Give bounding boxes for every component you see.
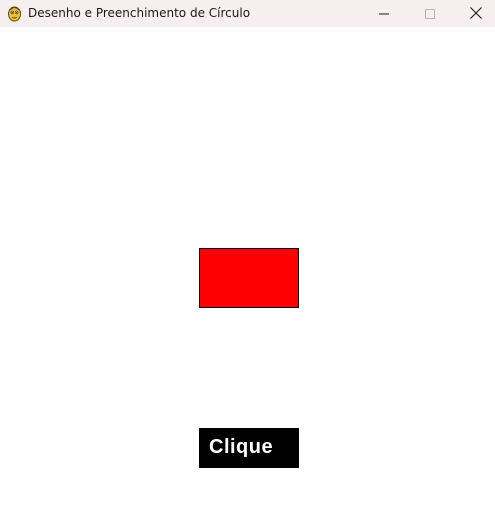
close-icon [470,4,482,23]
clique-button-label: Clique [209,436,274,458]
drawing-canvas[interactable]: Clique [0,27,495,527]
pygame-snake-icon [6,4,23,22]
close-button[interactable] [453,0,495,27]
maximize-icon [425,4,435,23]
clique-button[interactable]: Clique [199,428,299,468]
app-window: Desenho e Preenchimento de Círculo Cliqu… [0,0,495,527]
maximize-button[interactable] [407,0,453,27]
window-title: Desenho e Preenchimento de Círculo [28,6,251,20]
minimize-icon [379,4,389,23]
minimize-button[interactable] [361,0,407,27]
title-bar[interactable]: Desenho e Preenchimento de Círculo [0,0,495,27]
red-rectangle [199,248,299,308]
